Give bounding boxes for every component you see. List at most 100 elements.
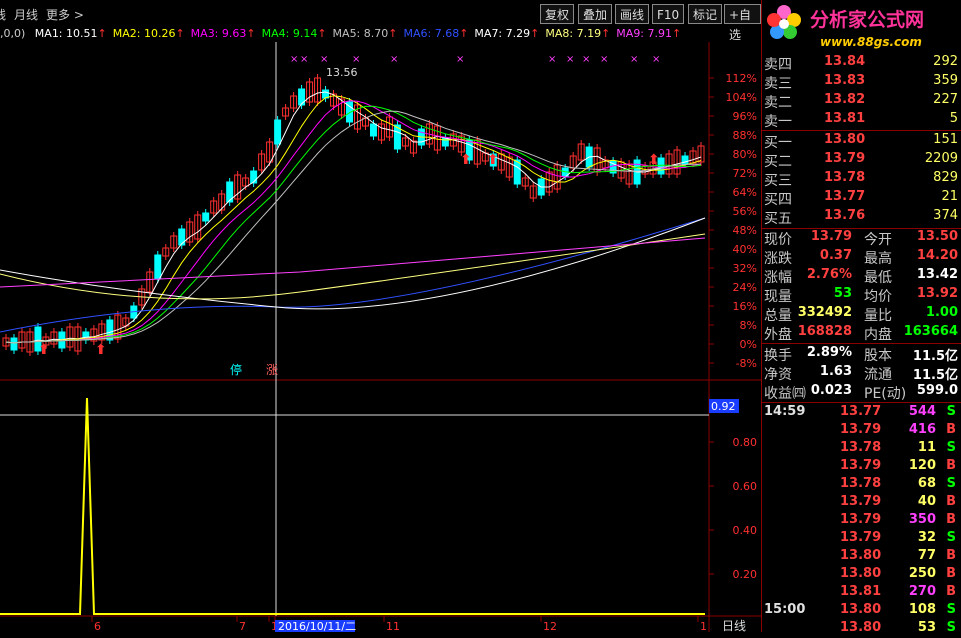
stat-row: 换手 2.89% 股本 11.5亿 [764,345,960,364]
stat-key: PE(动) [864,386,907,402]
bid-label: 买四 [764,192,792,208]
candle-body [10,337,18,351]
more-menu[interactable]: 更多 > [46,6,84,23]
stat-key: 现量 [764,289,792,305]
stat-key: 最高 [864,251,892,267]
ma-legend-item: MA2: 10.26 [112,27,176,40]
x-tick-label: 1 [700,620,707,632]
signal-x-marker: × [320,54,328,65]
tick-row: 13.79 32 S [764,530,960,548]
stat-value: 14.20 [916,248,958,263]
tick-price: 13.79 [840,458,882,473]
y-tick-label: 72% [733,167,757,180]
signal-x-marker: × [300,54,308,65]
x-crosshair-date: 2016/10/11/二 [278,620,356,632]
buy-arrow-icon: ⬆ [487,152,499,168]
tick-row: 13.80 77 B [764,548,960,566]
ma-line [0,237,706,288]
ma-legend-item: MA4: 9.14 [261,27,318,40]
stat-value: 1.00 [925,305,958,320]
up-arrow-icon: ↑ [672,27,682,40]
tick-side: S [946,404,956,419]
up-arrow-icon: ↑ [601,27,611,40]
y-tick-label: 104% [726,91,757,104]
stat-key: 流通 [864,367,892,383]
indicator-line [0,397,705,615]
kline-chart[interactable]: 13.56停 涨× × × × × × × × × × × ×⬆ ⬆⬆ ⬆ ⬆ 112%104%96%88%8… [0,42,761,632]
tab-month-line[interactable]: 月线 [14,6,38,23]
tick-row: 13.81 270 B [764,584,960,602]
candle-body [250,170,258,184]
overlay-button[interactable]: 叠加 [578,4,613,24]
ma-line [0,217,706,333]
stat-row: 外盘 168828 内盘 163664 [764,324,960,343]
ma-legend-item: MA9: 7.91 [616,27,673,40]
candle-body [369,123,377,137]
x-tick-label: 12 [543,620,557,632]
tab-day-line[interactable]: 线 [0,6,6,23]
stat-value: 0.023 [810,383,852,398]
candle-body [178,228,186,246]
y-tick-label: 0% [740,338,757,351]
bid-row: 买五 13.76 374 [764,208,960,227]
tick-row: 13.80 53 S [764,620,960,638]
y-tick-label: -8% [736,357,757,370]
tick-side: S [946,476,956,491]
bid-price: 13.76 [824,208,866,223]
stat-key: 量比 [864,308,892,324]
mark-button[interactable]: 标记 [688,4,723,24]
stat-row: 现价 13.79 今开 13.50 [764,229,960,248]
tick-row: 14:59 13.77 544 S [764,404,960,422]
ma-line [5,91,702,344]
draw-line-button[interactable]: 画线 [615,4,650,24]
add-watchlist-button[interactable]: +自选 [724,4,761,42]
stat-value: 163664 [903,324,958,339]
tick-row: 13.79 120 B [764,458,960,476]
stat-value: 13.42 [916,267,958,282]
tick-price: 13.79 [840,422,882,437]
ask-row: 卖四 13.84 292 [764,54,960,73]
ask-price: 13.83 [824,73,866,88]
tick-side: B [946,422,956,437]
stat-value: 599.0 [916,383,958,398]
tick-volume: 77 [917,548,936,563]
up-arrow-icon: ↑ [97,27,107,40]
f10-button[interactable]: F10 [652,4,685,24]
bid-row: 买二 13.79 2209 [764,151,960,170]
ask-label: 卖三 [764,76,792,92]
bid-row: 买一 13.80 151 [764,132,960,151]
svg-text:分析家公式网: 分析家公式网 [810,8,924,31]
tick-time: 14:59 [764,404,806,419]
bid-volume: 374 [933,208,958,223]
ask-label: 卖一 [764,114,792,130]
signal-x-marker: × [548,54,556,65]
stat-row: 净资 1.63 流通 11.5亿 [764,364,960,383]
tick-price: 13.80 [840,602,882,617]
svg-text:www.88gs.com: www.88gs.com [820,35,922,49]
tick-price: 13.78 [840,440,882,455]
sub-y-tick-label: 0.80 [733,436,758,449]
stat-value: 53 [833,286,852,301]
stat-value: 11.5亿 [912,368,958,383]
tick-row: 13.79 40 B [764,494,960,512]
y-tick-label: 16% [733,300,757,313]
ma-line [0,233,706,300]
stat-row: 涨幅 2.76% 最低 13.42 [764,267,960,286]
bid-label: 买五 [764,211,792,227]
bid-volume: 2209 [924,151,958,166]
stat-key: 涨幅 [764,270,792,286]
up-arrow-icon: ↑ [388,27,398,40]
stat-key: 股本 [864,348,892,364]
ask-volume: 5 [949,111,958,126]
signal-x-marker: × [600,54,608,65]
tick-side: B [946,494,956,509]
ask-row: 卖三 13.83 359 [764,73,960,92]
stat-key: 收益㈣ [764,386,806,402]
stat-value: 11.5亿 [912,349,958,364]
stat-value: 2.76% [806,267,852,282]
adjust-button[interactable]: 复权 [540,4,575,24]
stat-value: 0.37 [819,248,852,263]
ma-legend-prefix: ,0,0) [0,27,26,40]
ask-row: 卖二 13.82 227 [764,92,960,111]
ma-line [5,95,702,344]
